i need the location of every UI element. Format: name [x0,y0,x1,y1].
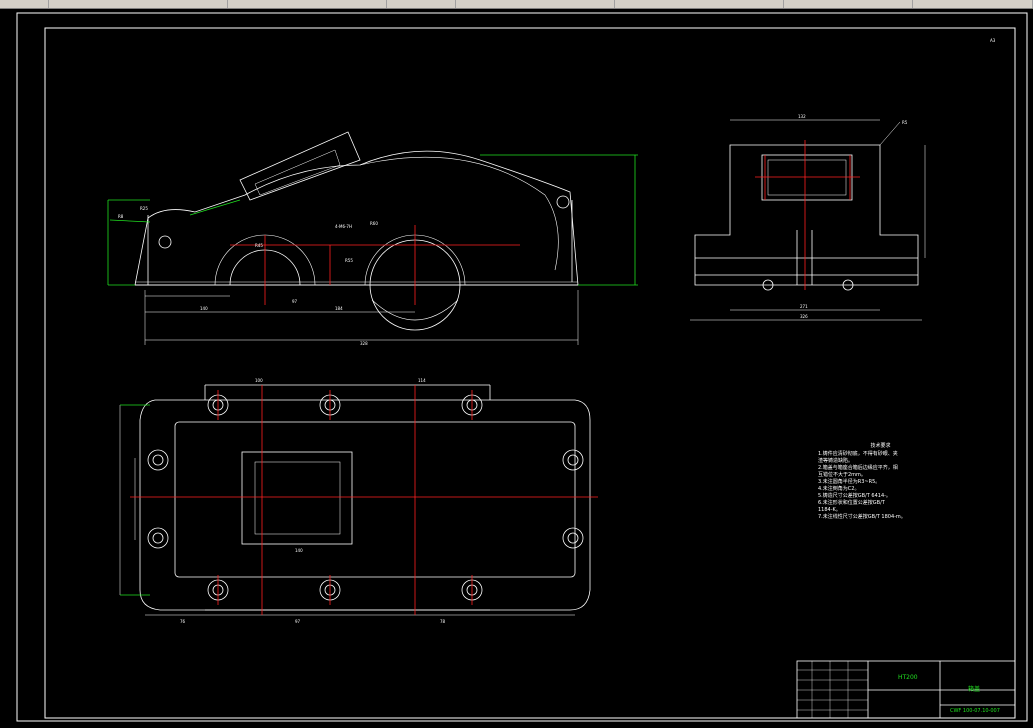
toolbar-item-1[interactable] [0,0,49,8]
toolbar-item-6[interactable] [615,0,784,8]
dim-r60: R60 [370,221,378,226]
notes-title: 技术要求 [870,443,891,449]
dim-97: 97 [292,299,298,304]
dim-328: 328 [360,341,368,346]
dim-r55: R55 [345,258,353,263]
notes-line: 5.铸造尺寸公差按GB/T 6414-。 [818,493,891,499]
title-material: HT200 [898,674,918,681]
technical-notes: 技术要求 1.铸件应清砂彻底，不得有砂眼、夹 渣等铸造缺陷。 2.箱盖与箱座合箱… [818,443,933,521]
dim-r8: R8 [118,214,124,219]
toolbar-item-7[interactable] [784,0,913,8]
corner-label: A3 [990,38,996,43]
title-code: CWF 100-07.10-007 [950,708,1000,714]
notes-line: 3.未注圆角半径为R3~R5。 [818,479,881,485]
inner-frame [44,27,1016,719]
notes-line: 4.未注倒角为C2。 [818,486,860,492]
notes-line: 7.未注线性尺寸公差按GB/T 1804-m。 [818,514,906,520]
toolbar-item-3[interactable] [228,0,387,8]
notes-line: 6.未注形状和位置公差按GB/T [818,500,885,506]
notes-line: 1184-K。 [818,507,841,513]
plan-dim-140: 140 [295,548,303,553]
toolbar-item-4[interactable] [387,0,456,8]
dim-184: 184 [335,306,343,311]
dim-4m6: 4-M6-7H [335,224,352,229]
notes-line: 渣等铸造缺陷。 [818,458,854,464]
dim-140: 140 [200,306,208,311]
front-view [134,131,579,345]
plan-dim-78: 78 [440,619,446,624]
toolbar-item-8[interactable] [913,0,1033,8]
plan-dim-114: 114 [418,378,426,383]
side-view [690,119,926,321]
plan-view [119,384,591,616]
plan-view-centerlines [130,385,598,615]
plan-dim-100: 100 [255,378,263,383]
side-dim-r5: R5 [902,120,908,125]
side-dim-132: 132 [798,114,806,119]
dim-r45: R45 [255,243,263,248]
plan-view-bolts [147,394,584,601]
side-dim-326: 326 [800,314,808,319]
notes-line: 互错位不大于2mm。 [818,472,866,478]
toolbar-item-2[interactable] [49,0,228,8]
front-view-dims-green [107,154,638,286]
cad-toolbar [0,0,1033,9]
side-dim-271: 271 [800,304,808,309]
toolbar-item-5[interactable] [456,0,615,8]
side-view-centerlines [755,140,860,290]
title-name: 箱盖 [968,685,980,693]
dim-r25: R25 [140,206,148,211]
plan-dim-97: 97 [295,619,301,624]
cad-drawing-canvas[interactable]: A3 R8 R25 4-M6-7H 140 97 184 328 R60 R55… [0,9,1033,728]
notes-line: 2.箱盖与箱座合箱后边缘应平齐，相 [818,465,898,471]
notes-line: 1.铸件应清砂彻底，不得有砂眼、夹 [818,451,898,457]
plan-dim-76: 76 [180,619,186,624]
